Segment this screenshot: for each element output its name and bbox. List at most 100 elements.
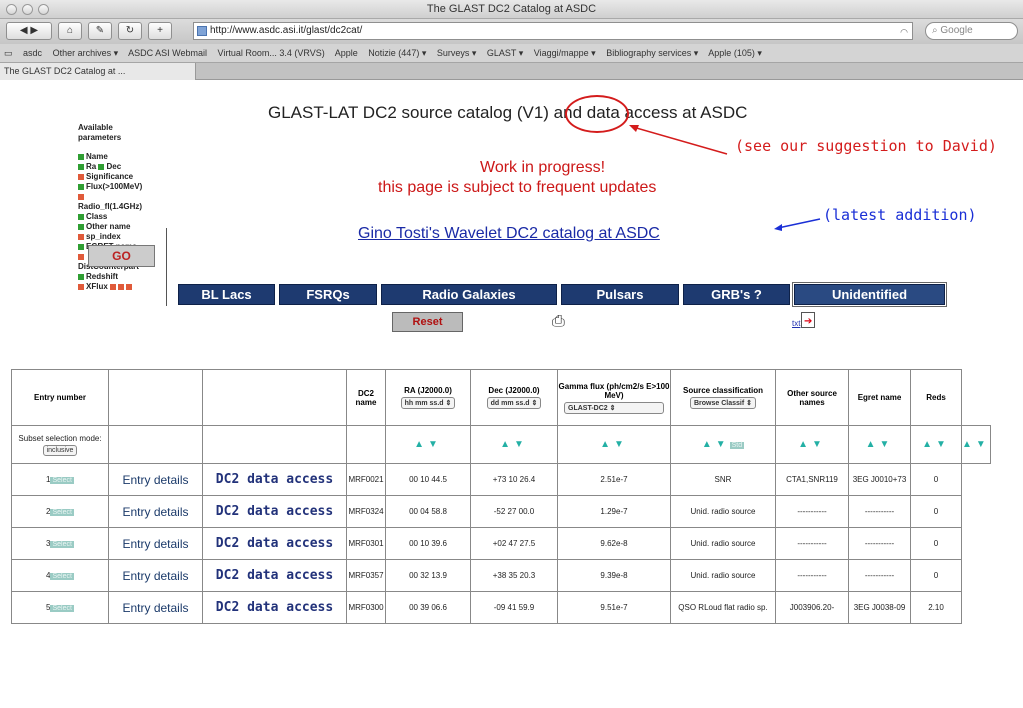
dc2-data-access-link[interactable]: DC2 data access (202, 559, 347, 592)
pdf-export-icon[interactable]: ➔ (801, 312, 815, 328)
bookmark-item[interactable]: Bibliography services ▾ (606, 48, 698, 58)
sort-arrows-icon[interactable]: ▲▼ (702, 439, 730, 450)
bookmark-item[interactable]: Apple (335, 48, 358, 58)
ra-format-select[interactable]: hh mm ss.d ⇕ (400, 397, 456, 409)
entry-details-link[interactable]: Entry details (108, 559, 203, 592)
param-significance[interactable]: Significance (78, 172, 168, 182)
select-button[interactable]: Select (50, 541, 74, 548)
ra-value: 00 39 06.6 (385, 591, 471, 624)
param-name[interactable]: Name (78, 152, 168, 162)
entry-details-link[interactable]: Entry details (108, 463, 203, 496)
txt-export-link[interactable]: txt (792, 319, 800, 328)
reset-button[interactable]: Reset (392, 312, 463, 332)
annotation-arrow-icon (774, 218, 821, 231)
checkbox-checked-icon[interactable] (78, 183, 84, 190)
bookmark-item[interactable]: Notizie (447) ▾ (368, 48, 426, 58)
dec-format-select[interactable]: dd mm ss.d ⇕ (486, 397, 542, 409)
favicon-icon (197, 26, 207, 36)
checkbox-unchecked-icon[interactable] (78, 173, 84, 180)
bookmark-item[interactable]: Other archives ▾ (53, 48, 119, 58)
tab-active[interactable]: The GLAST DC2 Catalog at ... (0, 63, 196, 80)
std-button[interactable]: Std (729, 442, 745, 449)
sort-arrows-icon[interactable]: ▲▼ (962, 439, 989, 450)
select-button[interactable]: Select (50, 605, 74, 612)
subset-mode-select[interactable]: inclusive (42, 444, 78, 456)
select-button[interactable]: Select (50, 477, 74, 484)
param-class[interactable]: Class (78, 212, 168, 222)
bookmark-item[interactable]: ASDC ASI Webmail (128, 48, 207, 58)
snapback-icon[interactable]: ◠ (900, 24, 908, 40)
category-radio-galaxies[interactable]: Radio Galaxies (381, 284, 557, 305)
bookmark-item[interactable]: GLAST ▾ (487, 48, 523, 58)
bookmark-item[interactable]: Surveys ▾ (437, 48, 477, 58)
go-button[interactable]: GO (88, 245, 155, 267)
checkbox-checked-icon[interactable] (78, 153, 84, 160)
home-icon[interactable]: ⌂ (58, 22, 82, 40)
col-ra: RA (J2000.0) hh mm ss.d ⇕ (385, 369, 471, 426)
param-redshift[interactable]: Redshift (78, 272, 168, 282)
entry-details-link[interactable]: Entry details (108, 495, 203, 528)
sort-arrows-icon[interactable]: ▲▼ (922, 439, 950, 450)
dc2-name: MRF0021 (346, 463, 386, 496)
checkbox-unchecked-icon[interactable] (78, 283, 84, 290)
dec-value: +38 35 20.3 (470, 559, 558, 592)
checkbox-checked-icon[interactable] (78, 213, 84, 220)
egret-name-value: 3EG J0010+73 (848, 463, 911, 496)
category-unidentified[interactable]: Unidentified (792, 282, 947, 307)
checkbox-unchecked-icon[interactable] (78, 233, 84, 240)
classification-select[interactable]: Browse Classif ⇕ (690, 397, 756, 409)
print-icon[interactable]: ⎙ (552, 313, 565, 331)
tosti-catalog-link[interactable]: Gino Tosti's Wavelet DC2 catalog at ASDC (358, 225, 660, 243)
checkbox-unchecked-icon[interactable] (110, 283, 117, 290)
egret-name-value: ----------- (848, 527, 911, 560)
reload-icon[interactable]: ↻ (118, 22, 142, 40)
url-field[interactable]: http://www.asdc.asi.it/glast/dc2cat/ ◠ (193, 22, 913, 40)
checkbox-unchecked-icon[interactable] (118, 283, 125, 290)
dc2-data-access-link[interactable]: DC2 data access (202, 591, 347, 624)
checkbox-unchecked-icon[interactable] (78, 193, 84, 200)
param-flux[interactable]: Flux(>100MeV) (78, 182, 168, 192)
subset-mode-cell: Subset selection mode: inclusive (11, 425, 109, 464)
sort-arrows-icon[interactable]: ▲▼ (866, 439, 894, 450)
bookmark-item[interactable]: asdc (23, 48, 42, 58)
bookmark-item[interactable]: Viaggi/mappe ▾ (534, 48, 596, 58)
search-field[interactable]: ⌕ Google (925, 22, 1018, 40)
checkbox-checked-icon[interactable] (78, 223, 84, 230)
checkbox-checked-icon[interactable] (98, 163, 105, 170)
dc2-data-access-link[interactable]: DC2 data access (202, 527, 347, 560)
checkbox-unchecked-icon[interactable] (126, 283, 133, 290)
dc2-data-access-link[interactable]: DC2 data access (202, 463, 347, 496)
param-ra-dec[interactable]: Ra Dec (78, 162, 168, 172)
entry-details-link[interactable]: Entry details (108, 591, 203, 624)
sort-arrows-icon[interactable]: ▲▼ (798, 439, 826, 450)
category-pulsars[interactable]: Pulsars (561, 284, 679, 305)
category-bl-lacs[interactable]: BL Lacs (178, 284, 275, 305)
select-button[interactable]: Select (50, 573, 74, 580)
category-fsrqs[interactable]: FSRQs (279, 284, 377, 305)
dc2-data-access-link[interactable]: DC2 data access (202, 495, 347, 528)
select-button[interactable]: Select (50, 509, 74, 516)
sort-arrows-icon[interactable]: ▲▼ (500, 439, 528, 450)
sort-arrows-icon[interactable]: ▲▼ (414, 439, 442, 450)
checkbox-checked-icon[interactable] (78, 273, 84, 280)
param-xflux[interactable]: XFlux (78, 282, 168, 292)
entry-details-link[interactable]: Entry details (108, 527, 203, 560)
bookmarks-icon[interactable]: ▭ (4, 48, 13, 58)
bookmark-item[interactable]: Virtual Room... 3.4 (VRVS) (218, 48, 325, 58)
add-bookmark-icon[interactable]: + (148, 22, 172, 40)
checkbox-checked-icon[interactable] (78, 163, 84, 170)
bookmark-item[interactable]: Apple (105) ▾ (708, 48, 762, 58)
checkbox-unchecked-icon[interactable] (78, 253, 84, 260)
back-forward-button[interactable]: ◀ ▶ (6, 22, 52, 40)
annotation-ellipse (565, 95, 629, 133)
sort-arrows-icon[interactable]: ▲▼ (600, 439, 628, 450)
flux-catalog-select[interactable]: GLAST-DC2 ⇕ (564, 401, 664, 414)
param-sp-index[interactable]: sp_index (78, 232, 168, 242)
row-number: 1 Select (11, 463, 109, 496)
other-names-value: ----------- (775, 527, 849, 560)
edit-icon[interactable]: ✎ (88, 22, 112, 40)
param-other-name[interactable]: Other name (78, 222, 168, 232)
category-grbs[interactable]: GRB's ? (683, 284, 790, 305)
param-unnamed[interactable] (78, 192, 168, 202)
checkbox-checked-icon[interactable] (78, 243, 84, 250)
